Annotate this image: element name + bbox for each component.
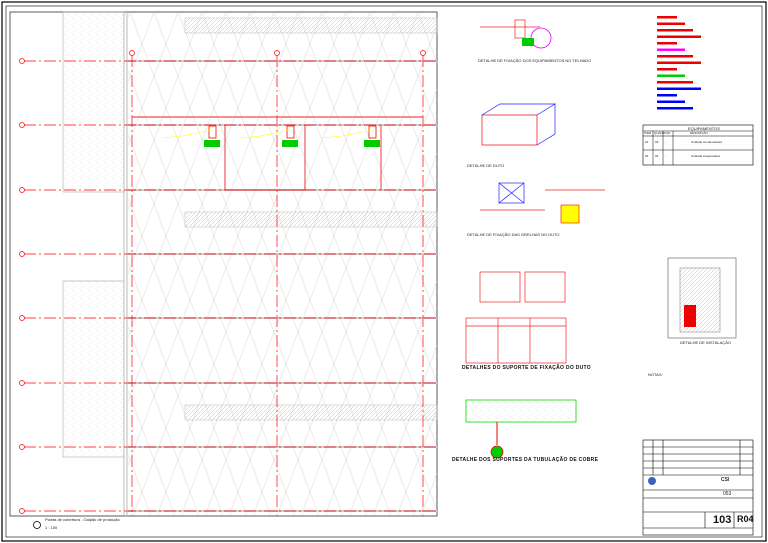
- detail-grille-caption: DETALHE DE FIXAÇÃO DAS GRELHAS NO DUTO: [467, 232, 560, 237]
- cad-drawing: CSI: [1, 1, 767, 542]
- equipment-cell: 03: [655, 154, 659, 158]
- detail-iso-caption: DETALHE DE DUTO: [467, 163, 505, 168]
- grid-bubble: [274, 50, 280, 56]
- equipment-header: DESCRIÇÃO: [690, 131, 708, 135]
- grid-bubble: [19, 380, 25, 386]
- grid-bubble: [19, 251, 25, 257]
- legend-swatch: [657, 42, 677, 45]
- grid-bubble: [420, 50, 426, 56]
- beam: [184, 211, 438, 228]
- title-code: 053: [723, 491, 732, 497]
- detail-copper-caption: DETALHE DOS SUPORTES DA TUBULAÇÃO DE COB…: [452, 457, 599, 463]
- condenser-unit: [364, 140, 380, 147]
- legend-swatch: [657, 94, 677, 97]
- legend-swatch: [657, 107, 693, 110]
- legend-swatch: [657, 100, 685, 103]
- equipment-cell: 01: [645, 140, 649, 144]
- concrete-column: [62, 280, 125, 458]
- grid-bubble: [129, 50, 135, 56]
- grid-bubble: [19, 122, 25, 128]
- detail-duct-caption: DETALHES DO SUPORTE DE FIXAÇÃO DO DUTO: [462, 365, 591, 371]
- legend-swatch: [657, 68, 677, 71]
- grid-bubble: [19, 187, 25, 193]
- condenser-unit: [204, 140, 220, 147]
- equipment-cell: Unidade condensadora: [691, 140, 723, 144]
- legend-swatch: [657, 74, 685, 77]
- equipment-cell: Unidade evaporadora: [691, 154, 720, 158]
- legend-swatch: [657, 22, 685, 25]
- equipment-cell: 02: [645, 154, 649, 158]
- legend-swatch: [657, 35, 701, 38]
- revision: R04: [737, 514, 754, 524]
- concrete-column: [62, 11, 125, 193]
- legend-swatch: [657, 29, 693, 32]
- equipment-header: ITEM: [644, 131, 652, 135]
- grid-bubble: [19, 58, 25, 64]
- grid-bubble: [19, 315, 25, 321]
- legend-swatch: [657, 16, 677, 19]
- legend-swatch: [657, 61, 701, 64]
- plan-scale: 1 : 100: [45, 525, 58, 530]
- beam: [184, 404, 438, 421]
- legend-swatch: [657, 87, 701, 90]
- beam: [184, 17, 438, 34]
- detail-top-caption: DETALHE DE FIXAÇÃO DOS EQUIPAMENTOS NO T…: [478, 58, 592, 63]
- notes-title: NOTAS:: [648, 372, 663, 377]
- equipment-cell: -: [665, 140, 666, 144]
- equipment-header: CAP.: [664, 131, 671, 135]
- detail-elev-caption: DETALHE DE INSTALAÇÃO: [680, 340, 731, 345]
- grid-bubble: [19, 508, 25, 514]
- legend-swatch: [657, 48, 685, 51]
- legend-swatch: [657, 81, 693, 84]
- grid-bubble: [19, 444, 25, 450]
- plan-title: Planta de cobertura - Galpão de produção: [45, 517, 120, 522]
- condenser-unit: [282, 140, 298, 147]
- equipment-cell: -: [665, 154, 666, 158]
- legend-swatch: [657, 55, 693, 58]
- equipment-cell: 03: [655, 140, 659, 144]
- svg-text:CSI: CSI: [721, 477, 730, 483]
- sheet-number: 103: [713, 514, 732, 526]
